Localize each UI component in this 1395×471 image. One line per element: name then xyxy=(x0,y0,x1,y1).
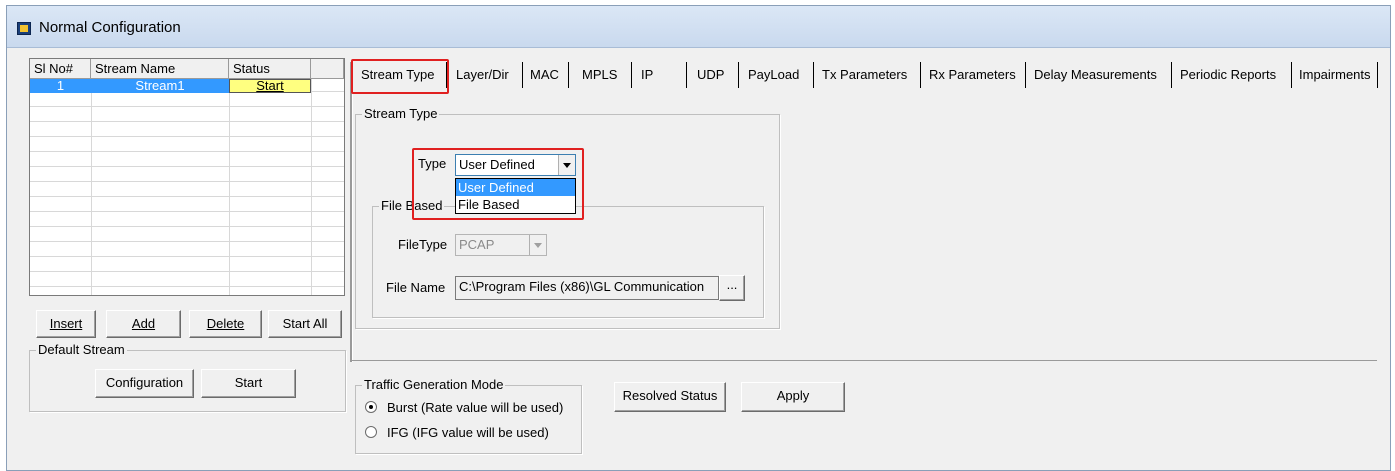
table-row xyxy=(30,214,344,227)
default-start-button[interactable]: Start xyxy=(201,369,296,398)
traffic-mode-legend: Traffic Generation Mode xyxy=(362,377,506,392)
tab-ip[interactable]: IP xyxy=(637,63,657,88)
window-title: Normal Configuration xyxy=(39,19,181,36)
table-row xyxy=(30,184,344,197)
table-row xyxy=(30,94,344,107)
table-row xyxy=(30,199,344,212)
tab-periodic-reports[interactable]: Periodic Reports xyxy=(1176,63,1280,88)
tab-mpls[interactable]: MPLS xyxy=(578,63,621,88)
add-button-label: Add xyxy=(131,316,156,331)
table-row[interactable]: 1 Stream1 Start xyxy=(30,79,344,93)
stream-type-tab-highlight xyxy=(351,59,449,94)
filename-value: C:\Program Files (x86)\GL Communication xyxy=(459,279,705,294)
tab-rx-parameters[interactable]: Rx Parameters xyxy=(925,63,1020,88)
app-icon xyxy=(17,22,31,35)
vertical-divider xyxy=(350,62,352,362)
table-row xyxy=(30,244,344,257)
configuration-button[interactable]: Configuration xyxy=(95,369,194,398)
stream-table[interactable]: Sl No# Stream Name Status 1 Stream1 Star… xyxy=(29,58,345,296)
stream-type-legend: Stream Type xyxy=(362,106,440,121)
table-row xyxy=(30,109,344,122)
apply-button[interactable]: Apply xyxy=(741,382,845,412)
tab-delay-measurements[interactable]: Delay Measurements xyxy=(1030,63,1161,88)
title-bar: Normal Configuration xyxy=(7,6,1390,48)
column-header-status[interactable]: Status xyxy=(229,59,311,79)
row-status[interactable]: Start xyxy=(229,79,311,93)
row-stream-name: Stream1 xyxy=(91,79,229,93)
table-row xyxy=(30,139,344,152)
table-row xyxy=(30,259,344,272)
table-row xyxy=(30,169,344,182)
column-header-empty xyxy=(311,59,344,79)
delete-button-label: Delete xyxy=(206,316,245,331)
ifg-label: IFG (IFG value will be used) xyxy=(387,425,549,440)
filename-field[interactable]: C:\Program Files (x86)\GL Communication xyxy=(455,276,719,300)
horizontal-divider xyxy=(352,360,1377,361)
default-stream-legend: Default Stream xyxy=(36,342,127,357)
insert-button-label: Insert xyxy=(49,316,83,331)
tab-impairments[interactable]: Impairments xyxy=(1295,63,1375,88)
row-sl-no: 1 xyxy=(30,79,91,93)
type-dropdown-highlight xyxy=(412,148,584,220)
filetype-label: FileType xyxy=(398,237,448,252)
tab-udp[interactable]: UDP xyxy=(693,63,728,88)
filetype-select: PCAP xyxy=(455,234,547,256)
filetype-select-value: PCAP xyxy=(459,237,495,252)
table-row xyxy=(30,154,344,167)
chevron-down-icon xyxy=(529,235,546,255)
filename-label: File Name xyxy=(386,280,446,295)
start-all-button[interactable]: Start All xyxy=(268,310,342,338)
traffic-generation-mode-group: Traffic Generation Mode xyxy=(355,377,582,454)
browse-button[interactable]: ... xyxy=(719,275,745,301)
burst-label: Burst (Rate value will be used) xyxy=(387,400,564,415)
add-button[interactable]: Add xyxy=(106,310,181,338)
burst-radio[interactable] xyxy=(365,401,377,413)
column-header-sl-no[interactable]: Sl No# xyxy=(30,59,91,79)
table-row xyxy=(30,274,344,287)
table-row xyxy=(30,124,344,137)
ifg-radio[interactable] xyxy=(365,426,377,438)
column-header-stream-name[interactable]: Stream Name xyxy=(91,59,229,79)
insert-button[interactable]: Insert xyxy=(36,310,96,338)
row-status-label: Start xyxy=(256,78,284,93)
delete-button[interactable]: Delete xyxy=(189,310,262,338)
tab-mac[interactable]: MAC xyxy=(526,63,563,88)
table-row xyxy=(30,229,344,242)
tab-payload[interactable]: PayLoad xyxy=(744,63,803,88)
resolved-status-button[interactable]: Resolved Status xyxy=(614,382,726,412)
file-based-group: File Based xyxy=(372,198,764,318)
tab-layer-dir[interactable]: Layer/Dir xyxy=(452,63,513,88)
tab-tx-parameters[interactable]: Tx Parameters xyxy=(818,63,911,88)
